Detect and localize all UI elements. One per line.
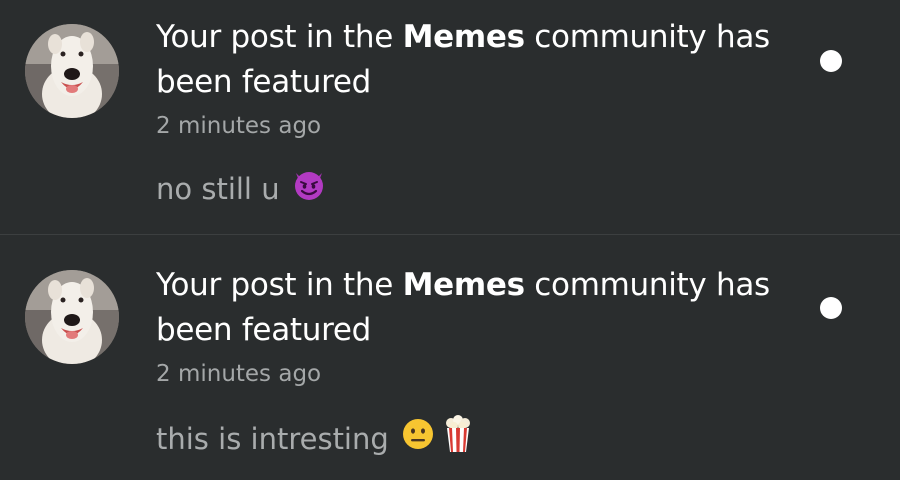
avatar[interactable] [25, 24, 119, 118]
unread-indicator-dot [820, 50, 842, 72]
community-name[interactable]: Memes [403, 19, 525, 55]
notification-content: Your post in the Memes community has bee… [156, 263, 796, 463]
notification-title: Your post in the Memes community has bee… [156, 263, 796, 353]
notification-message: this is intresting [156, 415, 796, 463]
notification-item[interactable]: Your post in the Memes community has bee… [0, 235, 900, 480]
community-name[interactable]: Memes [403, 267, 525, 303]
smiling-face-with-horns-emoji [292, 167, 326, 211]
neutral-face-emoji [401, 417, 435, 461]
popcorn-emoji [443, 415, 473, 463]
message-text: this is intresting [156, 422, 389, 456]
notification-title: Your post in the Memes community has bee… [156, 15, 796, 105]
message-text: no still u [156, 172, 280, 206]
notification-timestamp: 2 minutes ago [156, 113, 322, 139]
title-suffix: community has [524, 267, 770, 303]
notification-item[interactable]: Your post in the Memes community has bee… [0, 0, 900, 234]
dog-avatar-image [25, 24, 119, 118]
title-suffix-line2: been featured [156, 312, 372, 348]
title-suffix-line2: been featured [156, 64, 372, 100]
notification-message: no still u [156, 167, 796, 211]
dog-avatar-image [25, 270, 119, 364]
notification-list: Your post in the Memes community has bee… [0, 0, 900, 480]
title-prefix: Your post in the [156, 267, 403, 303]
avatar[interactable] [25, 270, 119, 364]
title-suffix: community has [524, 19, 770, 55]
unread-indicator-dot [820, 297, 842, 319]
notification-timestamp: 2 minutes ago [156, 361, 322, 387]
notification-content: Your post in the Memes community has bee… [156, 15, 796, 211]
title-prefix: Your post in the [156, 19, 403, 55]
